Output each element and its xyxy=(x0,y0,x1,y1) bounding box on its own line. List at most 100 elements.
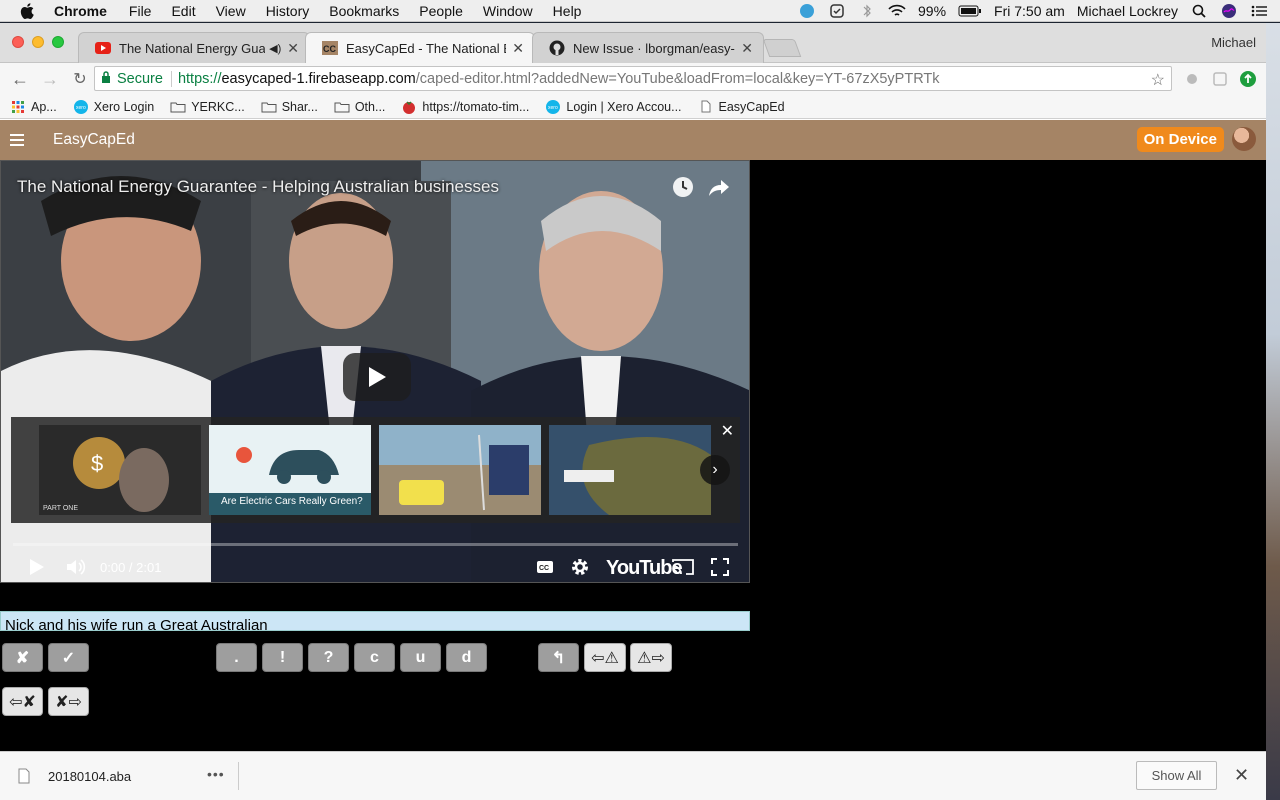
video-title[interactable]: The National Energy Guarantee - Helping … xyxy=(17,177,499,197)
bookmark-folder-other[interactable]: Oth... xyxy=(334,100,385,114)
fullscreen-icon[interactable] xyxy=(708,555,732,579)
folder-icon xyxy=(334,100,350,114)
play-button[interactable] xyxy=(25,555,49,579)
suggestion-thumbnail[interactable] xyxy=(379,425,541,515)
menu-bookmarks[interactable]: Bookmarks xyxy=(329,3,399,19)
bookmark-easycaped[interactable]: EasyCapEd xyxy=(698,100,785,114)
xero-icon: xero xyxy=(545,99,561,114)
app-title: EasyCapEd xyxy=(53,131,135,148)
bookmark-folder-yerkc[interactable]: YERKC... xyxy=(170,100,245,114)
menu-edit[interactable]: Edit xyxy=(171,3,195,19)
suggestion-thumbnail[interactable] xyxy=(549,425,711,515)
tab-easycaped[interactable]: CC EasyCapEd - The National Energy ✕ xyxy=(305,32,535,63)
suggestion-thumbnail[interactable]: Are Electric Cars Really Green? xyxy=(209,425,371,515)
app-menu-chrome[interactable]: Chrome xyxy=(54,3,107,19)
show-all-button[interactable]: Show All xyxy=(1136,761,1217,790)
file-icon xyxy=(18,768,30,787)
svg-text:xero: xero xyxy=(76,105,86,111)
bookmark-label: Xero Login xyxy=(93,99,155,114)
extension-puzzle-icon[interactable] xyxy=(1211,70,1229,88)
apple-icon[interactable] xyxy=(20,2,36,19)
next-suggestions-chevron-icon[interactable]: › xyxy=(700,455,730,485)
u-button[interactable]: u xyxy=(400,643,441,672)
back-arrow-icon[interactable]: ← xyxy=(10,69,30,89)
menu-icon[interactable] xyxy=(10,134,24,146)
close-window-button[interactable] xyxy=(12,36,24,48)
wifi-icon[interactable] xyxy=(888,3,906,19)
delete-right-button[interactable]: ✘⇨ xyxy=(48,687,89,716)
reload-icon[interactable]: ↻ xyxy=(70,69,90,89)
cast-icon[interactable] xyxy=(671,555,695,579)
tab-youtube[interactable]: The National Energy Guarantee ◀) ✕ xyxy=(78,32,310,63)
speaker-icon[interactable]: ◀) xyxy=(269,42,281,55)
menu-view[interactable]: View xyxy=(216,3,246,19)
bookmark-xero-login[interactable]: xero Xero Login xyxy=(73,99,155,114)
url-host: easycaped-1.firebaseapp.com xyxy=(221,70,416,87)
d-button[interactable]: d xyxy=(446,643,487,672)
notification-center-icon[interactable] xyxy=(1250,3,1268,19)
period-button[interactable]: . xyxy=(216,643,257,672)
close-tab-icon[interactable]: ✕ xyxy=(741,40,753,57)
captions-icon[interactable]: CC xyxy=(534,555,556,579)
close-shelf-icon[interactable]: ✕ xyxy=(1234,765,1249,786)
folder-icon xyxy=(261,100,277,114)
app-bar: EasyCapEd On Device xyxy=(0,120,1266,160)
close-tab-icon[interactable]: ✕ xyxy=(287,40,299,57)
bookmark-apps[interactable]: Ap... xyxy=(10,100,57,114)
battery-percent: 99% xyxy=(918,3,947,19)
delete-left-button[interactable]: ⇦✘ xyxy=(2,687,43,716)
zoom-window-button[interactable] xyxy=(52,36,64,48)
bookmark-folder-shared[interactable]: Shar... xyxy=(261,100,318,114)
caption-text-field[interactable]: Nick and his wife run a Great Australian xyxy=(0,611,750,631)
settings-gear-icon[interactable] xyxy=(569,555,591,579)
c-button[interactable]: c xyxy=(354,643,395,672)
suggestion-thumbnail[interactable]: $ PART ONE xyxy=(39,425,201,515)
question-button[interactable]: ? xyxy=(308,643,349,672)
avatar[interactable] xyxy=(1232,127,1256,151)
share-icon[interactable] xyxy=(707,175,731,199)
address-bar[interactable]: Secure https:// easycaped-1.firebaseapp.… xyxy=(94,66,1172,91)
reject-button[interactable]: ✘ xyxy=(2,643,43,672)
bluetooth-icon[interactable] xyxy=(858,3,876,19)
more-options-icon[interactable]: ••• xyxy=(207,766,225,782)
spotlight-search-icon[interactable] xyxy=(1190,3,1208,19)
exclamation-button[interactable]: ! xyxy=(262,643,303,672)
youtube-player[interactable]: The National Energy Guarantee - Helping … xyxy=(0,160,750,583)
bookmark-tomato-timer[interactable]: https://tomato-tim... xyxy=(401,100,529,114)
clock[interactable]: Fri 7:50 am xyxy=(994,3,1065,19)
volume-icon[interactable] xyxy=(65,555,89,579)
newline-button[interactable]: ↰ xyxy=(538,643,579,672)
warn-left-button[interactable]: ⇦⚠ xyxy=(584,643,626,672)
menu-file[interactable]: File xyxy=(129,3,152,19)
close-tab-icon[interactable]: ✕ xyxy=(512,40,524,57)
close-endscreen-icon[interactable]: ✕ xyxy=(721,421,734,441)
menu-window[interactable]: Window xyxy=(483,3,533,19)
globe-status-icon[interactable] xyxy=(798,3,816,19)
menu-history[interactable]: History xyxy=(266,3,310,19)
time-display: 0:00 / 2:01 xyxy=(100,555,161,579)
bookmark-star-icon[interactable]: ☆ xyxy=(1151,70,1165,90)
warn-right-button[interactable]: ⚠⇨ xyxy=(630,643,672,672)
battery-icon[interactable] xyxy=(958,3,982,19)
svg-text:CC: CC xyxy=(323,44,336,54)
large-play-button[interactable] xyxy=(343,353,411,401)
user-name[interactable]: Michael Lockrey xyxy=(1077,3,1178,19)
progress-bar[interactable] xyxy=(13,543,738,546)
tab-github[interactable]: New Issue · lborgman/easy-capt ✕ xyxy=(532,32,764,63)
minimize-window-button[interactable] xyxy=(32,36,44,48)
siri-icon[interactable] xyxy=(1220,3,1238,19)
downloaded-file-name[interactable]: 20180104.aba xyxy=(48,769,131,784)
extension-grey-icon[interactable] xyxy=(1183,70,1201,88)
update-arrow-icon[interactable] xyxy=(1239,70,1257,88)
profile-name[interactable]: Michael xyxy=(1211,35,1256,50)
new-tab-button[interactable] xyxy=(762,39,802,57)
watch-later-icon[interactable] xyxy=(671,175,695,199)
forward-arrow-icon[interactable]: → xyxy=(40,69,60,89)
menu-help[interactable]: Help xyxy=(553,3,582,19)
bookmark-xero-accounting[interactable]: xero Login | Xero Accou... xyxy=(545,99,682,114)
on-device-badge[interactable]: On Device xyxy=(1136,127,1224,152)
accept-button[interactable]: ✓ xyxy=(48,643,89,672)
checkmark-status-icon[interactable] xyxy=(828,3,846,19)
bookmark-label: EasyCapEd xyxy=(718,99,785,114)
menu-people[interactable]: People xyxy=(419,3,463,19)
